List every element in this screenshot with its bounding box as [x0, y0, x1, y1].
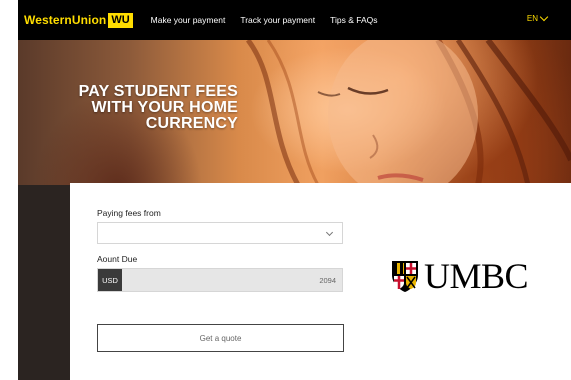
western-union-logo[interactable]: WesternUnion WU: [24, 12, 133, 28]
chevron-down-icon: [539, 12, 549, 22]
nav-tips-faqs[interactable]: Tips & FAQs: [330, 15, 377, 25]
hero-title-line-2: WITH YOUR HOME: [91, 99, 238, 116]
hero-title: PAY STUDENT FEES WITH YOUR HOME CURRENCY: [58, 84, 238, 132]
maryland-shield-icon: [392, 261, 418, 292]
paying-from-select[interactable]: [97, 222, 343, 244]
get-quote-button[interactable]: Get a quote: [97, 324, 344, 352]
amount-due-label: Aount Due: [97, 254, 138, 264]
language-label: EN: [526, 14, 538, 23]
top-nav: WesternUnion WU Make your payment Track …: [18, 0, 571, 40]
hero-banner: PAY STUDENT FEES WITH YOUR HOME CURRENCY: [18, 40, 571, 185]
umbc-logo: UMBC: [390, 256, 529, 296]
left-margin: [0, 0, 18, 380]
school-name: UMBC: [424, 256, 529, 296]
language-selector[interactable]: EN: [526, 12, 549, 23]
hero-title-line-1: PAY STUDENT FEES: [78, 83, 238, 100]
currency-code: USD: [98, 269, 122, 291]
paying-from-label: Paying fees from: [97, 208, 161, 218]
nav-make-payment[interactable]: Make your payment: [151, 15, 226, 25]
chevron-down-icon: [325, 228, 334, 237]
amount-due-field: USD 2094: [97, 268, 343, 292]
background-shade: [18, 185, 70, 380]
hero-title-line-3: CURRENCY: [145, 115, 238, 132]
brand-mark: WU: [108, 12, 133, 28]
amount-due-value: 2094: [319, 275, 336, 285]
nav-track-payment[interactable]: Track your payment: [240, 15, 315, 25]
page: WesternUnion WU Make your payment Track …: [0, 0, 571, 380]
brand-name: WesternUnion: [24, 13, 107, 27]
